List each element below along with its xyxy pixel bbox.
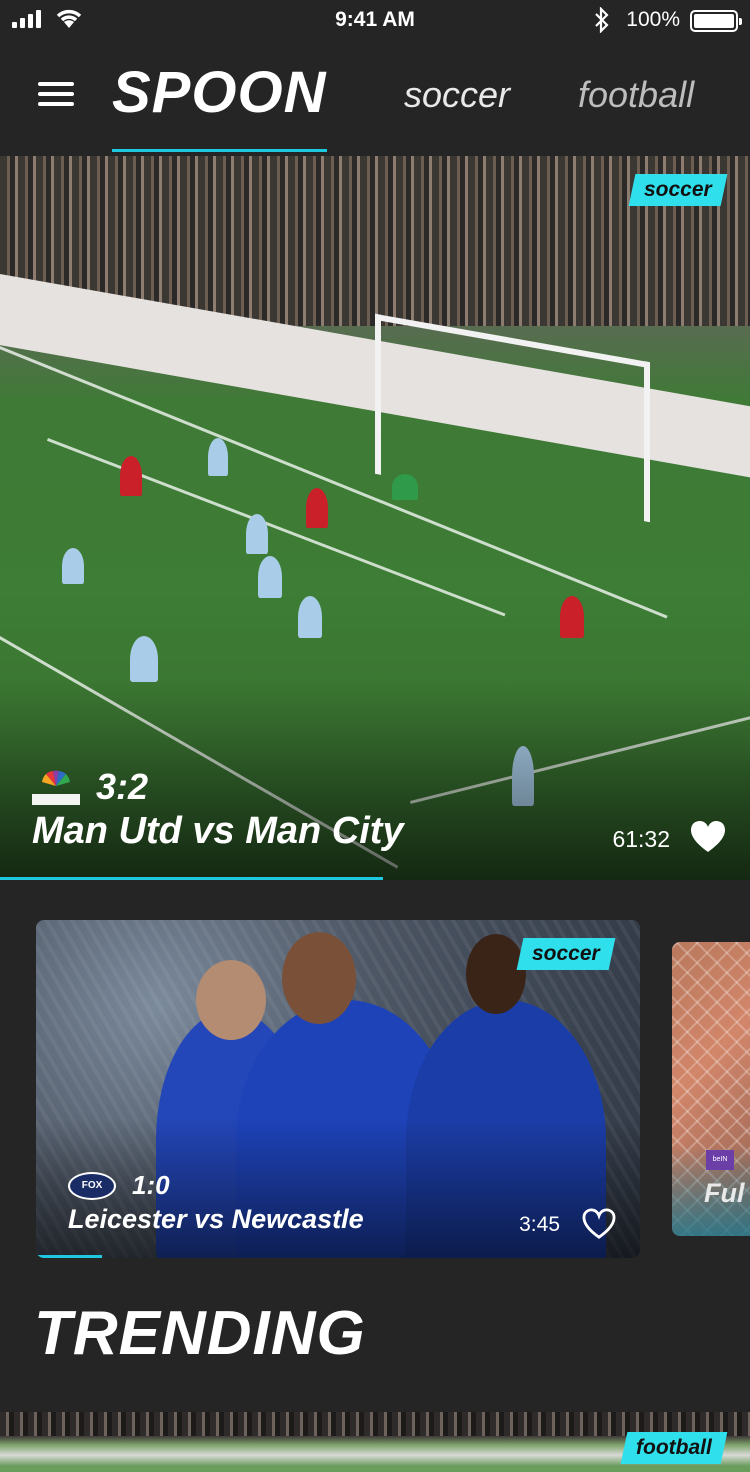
video-card-partial[interactable]: beIN Ful xyxy=(672,942,750,1236)
watch-progress-bar xyxy=(36,1255,103,1258)
category-tag[interactable]: football xyxy=(620,1432,728,1464)
watch-progress-bar xyxy=(0,877,383,880)
match-score: 1:0 xyxy=(132,1170,170,1200)
bein-sports-logo: beIN xyxy=(706,1150,734,1170)
status-bar: 9:41 AM 100% xyxy=(0,0,750,42)
video-card[interactable]: soccer FOX 1:0 Leicester vs Newcastle 3:… xyxy=(36,920,640,1258)
match-title-partial: Ful xyxy=(704,1178,745,1208)
favorite-heart-outline-icon[interactable] xyxy=(582,1208,616,1240)
featured-video[interactable]: soccer 3:2 Man Utd vs Man City 61:32 xyxy=(0,156,750,880)
trending-video[interactable]: football xyxy=(0,1412,750,1472)
match-score: 3:2 xyxy=(96,766,149,807)
favorite-heart-icon[interactable] xyxy=(690,820,726,854)
battery-percent: 100% xyxy=(626,8,680,31)
tab-football[interactable]: football xyxy=(578,74,694,116)
category-tag[interactable]: soccer xyxy=(628,174,728,206)
bluetooth-icon xyxy=(595,7,609,33)
video-duration: 3:45 xyxy=(519,1213,560,1236)
section-title-trending: TRENDING xyxy=(34,1299,366,1368)
match-title[interactable]: Leicester vs Newcastle xyxy=(68,1204,364,1235)
tab-spoon[interactable]: SPOON xyxy=(112,62,327,152)
fox-sports-logo: FOX xyxy=(68,1172,116,1200)
top-nav: SPOON soccer football xyxy=(0,42,750,156)
menu-icon[interactable] xyxy=(38,82,74,106)
category-tag[interactable]: soccer xyxy=(516,938,616,970)
nbcsn-logo xyxy=(32,770,80,805)
video-duration: 61:32 xyxy=(612,826,670,852)
battery-icon xyxy=(690,10,742,32)
match-title[interactable]: Man Utd vs Man City xyxy=(32,810,404,853)
tab-soccer[interactable]: soccer xyxy=(404,74,510,116)
